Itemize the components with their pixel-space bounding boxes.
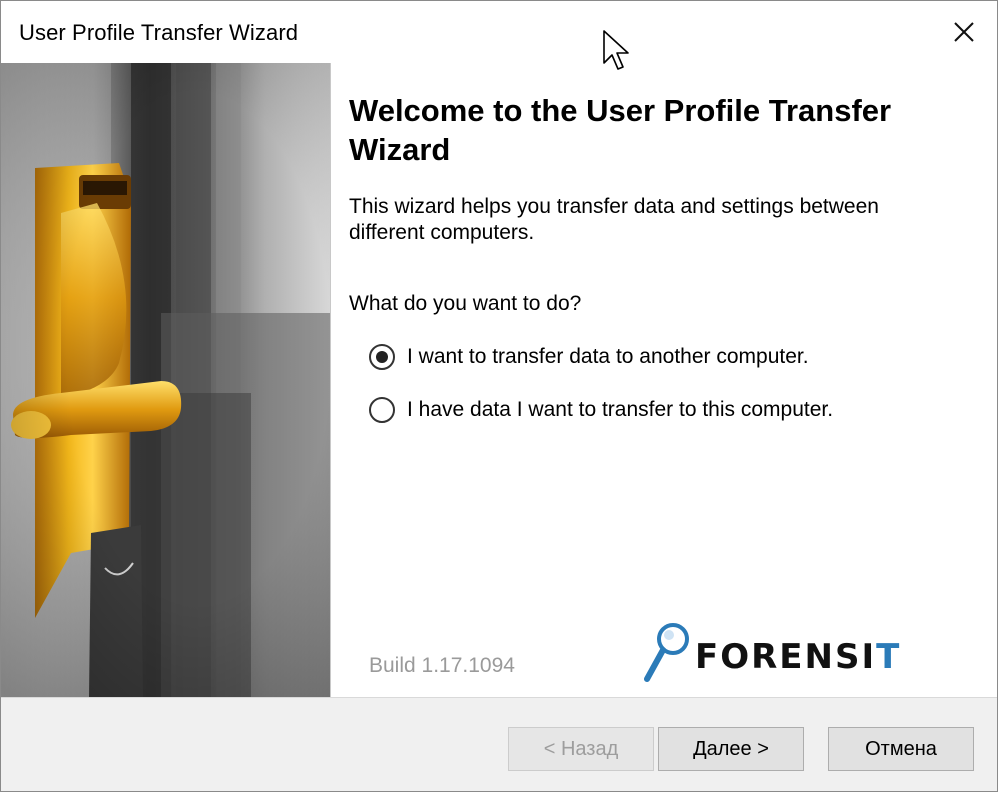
magnifier-icon [644, 623, 689, 682]
next-button[interactable]: Далее > [658, 727, 804, 771]
description-text: This wizard helps you transfer data and … [349, 195, 879, 244]
radio-button[interactable] [369, 397, 395, 423]
question-label: What do you want to do? [349, 292, 582, 315]
radio-button-checked[interactable] [369, 344, 395, 370]
wizard-content: Welcome to the User Profile Transfer Wiz… [331, 63, 997, 697]
wizard-window: User Profile Transfer Wizard Welcome to … [0, 0, 998, 792]
option-transfer-to-another[interactable]: I want to transfer data to another compu… [369, 344, 809, 370]
option-transfer-to-this[interactable]: I have data I want to transfer to this c… [369, 397, 833, 423]
forensit-logo: FORENSIT [643, 621, 943, 685]
page-title: Welcome to the User Profile Transfer Wiz… [349, 93, 892, 167]
cancel-button[interactable]: Отмена [828, 727, 974, 771]
close-icon [954, 22, 974, 42]
close-button[interactable] [931, 1, 997, 63]
door-lock-image [1, 63, 330, 697]
title-bar: User Profile Transfer Wizard [1, 1, 997, 63]
mouse-cursor-icon [603, 30, 629, 70]
window-title: User Profile Transfer Wizard [19, 20, 299, 45]
option-label: I have data I want to transfer to this c… [407, 398, 834, 421]
button-bar: < Назад Далее > Отмена [1, 697, 997, 791]
wizard-banner-image [1, 63, 331, 697]
back-button[interactable]: < Назад [508, 727, 654, 771]
build-version: Build 1.17.1094 [369, 654, 515, 677]
logo-text: FORENSIT [695, 637, 902, 677]
option-label: I want to transfer data to another compu… [407, 345, 809, 368]
